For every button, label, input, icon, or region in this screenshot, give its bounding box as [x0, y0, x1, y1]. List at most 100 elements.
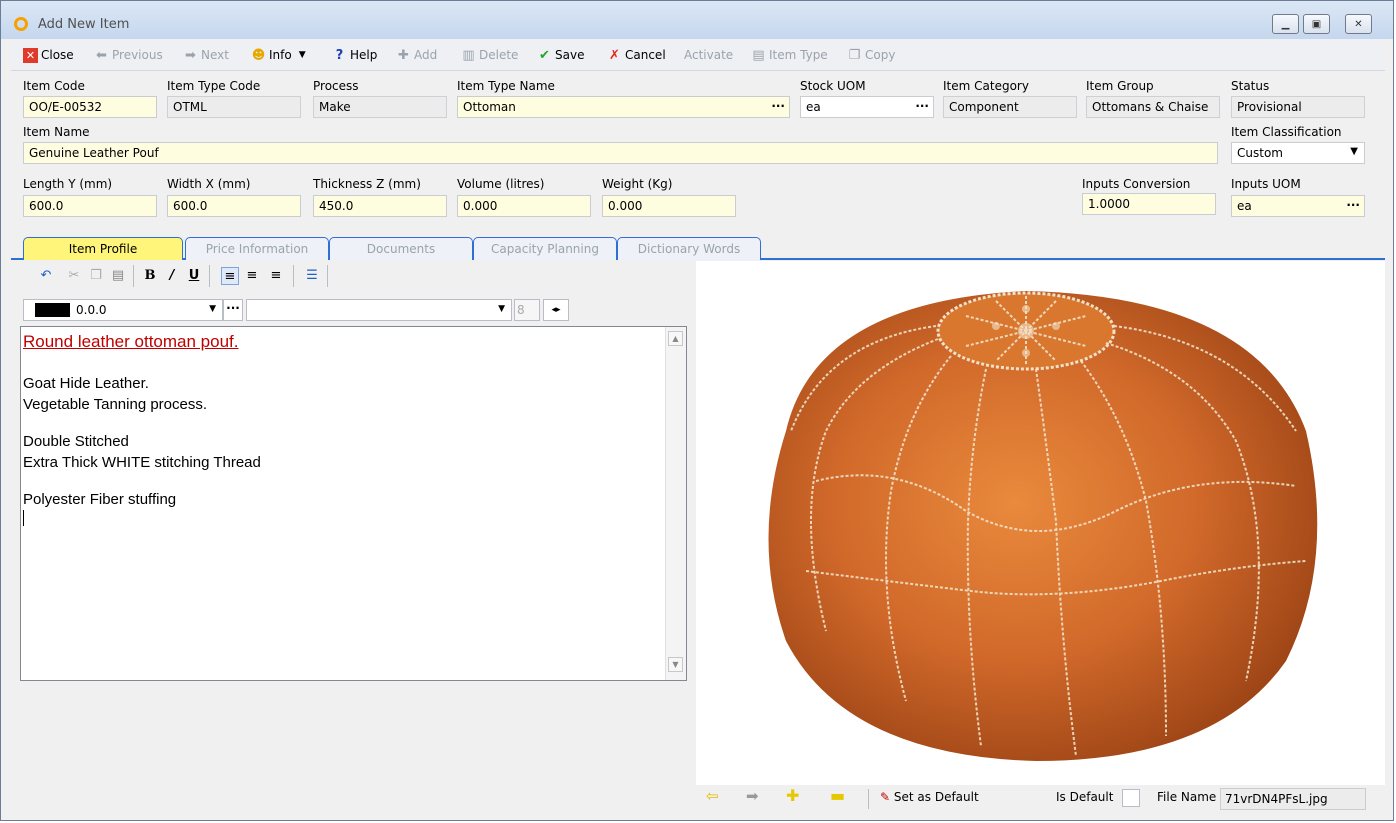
profile-text-editor[interactable]: Round leather ottoman pouf. Goat Hide Le…: [20, 326, 687, 681]
arrow-right-icon: ➡: [185, 47, 196, 63]
cut-icon[interactable]: ✂: [65, 267, 83, 285]
tab-price-information[interactable]: Price Information: [185, 237, 329, 260]
tab-capacity-planning[interactable]: Capacity Planning: [473, 237, 617, 260]
scroll-up-icon[interactable]: ▲: [668, 331, 683, 346]
ellipsis-icon[interactable]: ···: [1346, 198, 1360, 212]
status-field: Provisional: [1231, 96, 1365, 118]
close-button[interactable]: ✕ Close: [23, 46, 74, 64]
delete-button[interactable]: ▥ Delete: [461, 46, 518, 64]
weight-field[interactable]: 0.000: [602, 195, 736, 217]
inputs-conversion-field[interactable]: 1.0000: [1082, 193, 1216, 215]
info-button[interactable]: ☻ Info ▼: [251, 46, 306, 64]
item-name-field[interactable]: Genuine Leather Pouf: [23, 142, 1218, 164]
stock-uom-field[interactable]: ea ···: [800, 96, 934, 118]
editor-line: Goat Hide Leather.: [23, 375, 149, 392]
process-field: Make: [313, 96, 447, 118]
image-toolbar: ⇦ ➡ ✚ ▬ ✎ Set as Default Is Default File…: [696, 785, 1385, 812]
tab-strip: Item Profile Price Information Documents…: [11, 233, 1385, 260]
cancel-x-icon: ✗: [609, 47, 620, 63]
title-bar: Add New Item ▁ ▣ ✕: [1, 1, 1393, 39]
volume-field[interactable]: 0.000: [457, 195, 591, 217]
tab-item-profile[interactable]: Item Profile: [23, 237, 183, 260]
arrow-left-icon[interactable]: ⇦: [706, 787, 719, 805]
remove-image-icon[interactable]: ▬: [830, 786, 845, 805]
vertical-scrollbar[interactable]: ▲ ▼: [665, 327, 686, 680]
align-left-icon[interactable]: ≡: [221, 267, 239, 285]
bold-icon[interactable]: B: [141, 267, 159, 285]
color-swatch: [35, 303, 70, 317]
weight-label: Weight (Kg): [602, 177, 673, 191]
next-button[interactable]: ➡ Next: [183, 46, 229, 64]
set-as-default-button[interactable]: ✎ Set as Default: [880, 790, 979, 804]
format-toolbar: ↶ ✂ ❐ ▤ B / U ≡ ≡ ≡ ☰: [15, 261, 681, 293]
plus-icon: ✚: [398, 47, 409, 63]
help-button[interactable]: ? Help: [332, 46, 378, 64]
close-icon: ✕: [1354, 18, 1363, 30]
pin-icon: ✎: [880, 790, 891, 804]
font-family-select[interactable]: ▼: [246, 299, 512, 321]
window-title: Add New Item: [38, 17, 130, 32]
add-button[interactable]: ✚ Add: [396, 46, 437, 64]
editor-line: Extra Thick WHITE stitching Thread: [23, 454, 261, 471]
tab-dictionary-words[interactable]: Dictionary Words: [617, 237, 761, 260]
pouf-image: [768, 291, 1318, 761]
separator: [868, 789, 869, 809]
width-label: Width X (mm): [167, 177, 251, 191]
underline-icon[interactable]: U: [185, 267, 203, 285]
font-size-spinner[interactable]: ◂▸: [543, 299, 569, 321]
close-window-button[interactable]: ✕: [1345, 14, 1372, 34]
font-color-select[interactable]: 0.0.0 ▼: [23, 299, 223, 321]
item-type-name-field[interactable]: Ottoman ···: [457, 96, 790, 118]
color-picker-button[interactable]: ···: [223, 299, 243, 321]
font-size-field[interactable]: 8: [514, 299, 540, 321]
previous-button[interactable]: ⬅ Previous: [94, 46, 163, 64]
ellipsis-icon[interactable]: ···: [771, 99, 785, 113]
copy-icon[interactable]: ❐: [87, 267, 105, 285]
editor-content: Round leather ottoman pouf. Goat Hide Le…: [23, 331, 261, 526]
arrow-right-icon[interactable]: ➡: [746, 787, 759, 805]
separator: [327, 265, 328, 287]
paste-icon[interactable]: ▤: [109, 267, 127, 285]
item-category-field: Component: [943, 96, 1077, 118]
align-right-icon[interactable]: ≡: [267, 267, 285, 285]
undo-icon[interactable]: ↶: [37, 267, 55, 285]
item-type-code-field: OTML: [167, 96, 301, 118]
stock-uom-label: Stock UOM: [800, 79, 866, 93]
copy-icon: ❐: [848, 47, 861, 63]
item-group-label: Item Group: [1086, 79, 1154, 93]
ellipsis-icon[interactable]: ···: [915, 99, 929, 113]
left-right-arrows-icon: ◂▸: [551, 305, 561, 315]
thickness-field[interactable]: 450.0: [313, 195, 447, 217]
length-field[interactable]: 600.0: [23, 195, 157, 217]
activate-button[interactable]: Activate: [684, 46, 733, 64]
trash-icon: ▥: [462, 47, 475, 63]
minimize-icon: ▁: [1281, 18, 1290, 30]
add-image-icon[interactable]: ✚: [786, 786, 799, 805]
inputs-uom-field[interactable]: ea ···: [1231, 195, 1365, 217]
scroll-down-icon[interactable]: ▼: [668, 657, 683, 672]
item-form: Item Code OO/E-00532 Item Type Code OTML…: [11, 71, 1385, 231]
status-label: Status: [1231, 79, 1270, 93]
chevron-down-icon: ▼: [1350, 146, 1358, 157]
maximize-button[interactable]: ▣: [1303, 14, 1330, 34]
separator: [133, 265, 134, 287]
item-code-field[interactable]: OO/E-00532: [23, 96, 157, 118]
item-type-code-label: Item Type Code: [167, 79, 261, 93]
minimize-button[interactable]: ▁: [1272, 14, 1299, 34]
copy-button[interactable]: ❐ Copy: [847, 46, 896, 64]
item-category-label: Item Category: [943, 79, 1029, 93]
save-button[interactable]: ✔ Save: [537, 46, 584, 64]
width-field[interactable]: 600.0: [167, 195, 301, 217]
align-center-icon[interactable]: ≡: [243, 267, 261, 285]
file-name-label: File Name: [1157, 790, 1217, 804]
item-classification-select[interactable]: Custom ▼: [1231, 142, 1365, 164]
italic-icon[interactable]: /: [163, 267, 181, 285]
item-type-button[interactable]: ▤ Item Type: [751, 46, 827, 64]
cancel-button[interactable]: ✗ Cancel: [607, 46, 666, 64]
is-default-checkbox[interactable]: [1122, 789, 1140, 807]
item-name-label: Item Name: [23, 125, 90, 139]
bullet-list-icon[interactable]: ☰: [303, 267, 321, 285]
item-code-label: Item Code: [23, 79, 85, 93]
tab-documents[interactable]: Documents: [329, 237, 473, 260]
question-icon: ?: [335, 47, 344, 63]
